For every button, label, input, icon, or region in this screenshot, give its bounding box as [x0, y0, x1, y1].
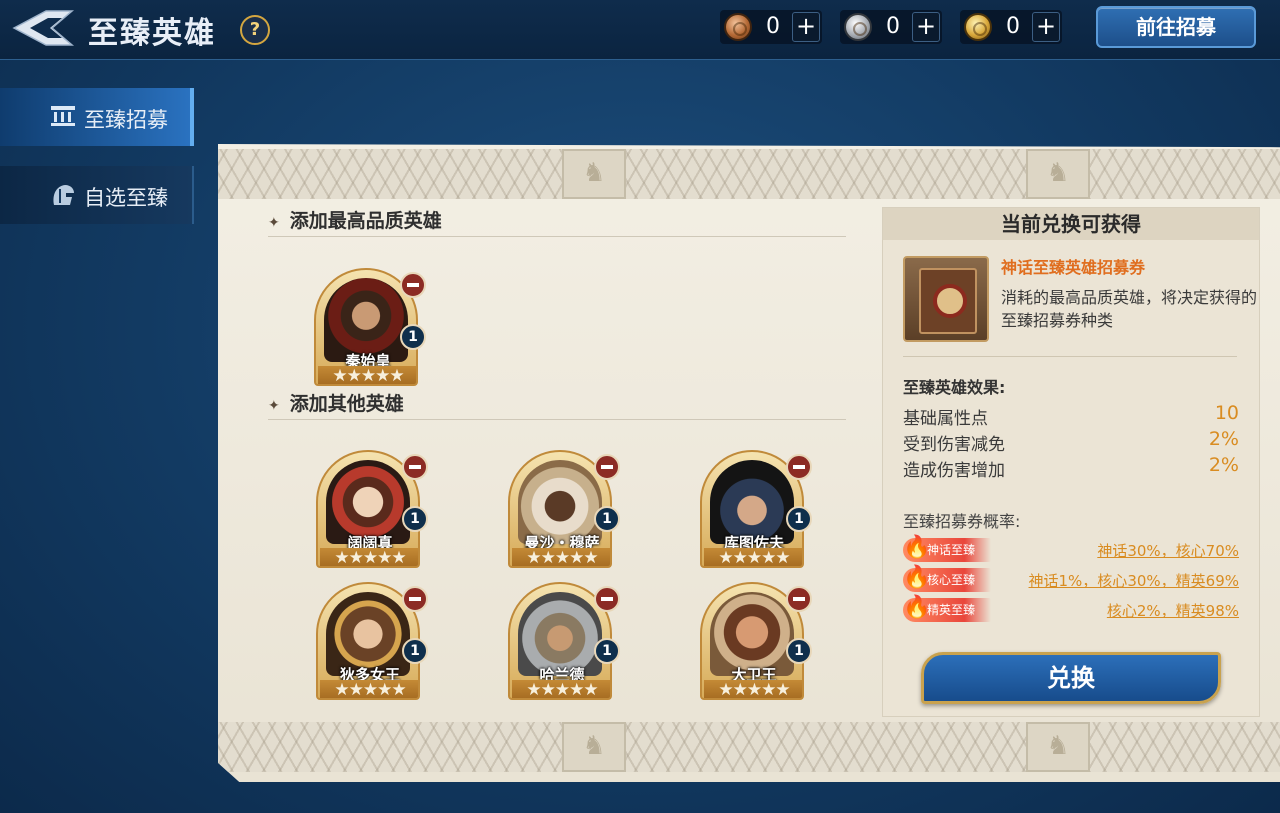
- currency-bronze: 0 +: [720, 10, 822, 44]
- currency-value: 0: [1006, 14, 1020, 39]
- remove-hero-button[interactable]: [594, 454, 620, 480]
- reward-info-panel: 当前兑换可获得 神话至臻英雄招募券 消耗的最高品质英雄，将决定获得的至臻招募券种…: [882, 207, 1260, 717]
- probability-value[interactable]: 神话30%，核心70%: [1097, 540, 1239, 561]
- level-badge: 1: [594, 506, 620, 532]
- hero-card[interactable]: 秦始皇 ★★★★★ 1: [314, 268, 426, 386]
- hero-card[interactable]: 大卫王 ★★★★★ 1: [700, 582, 812, 700]
- level-badge: 1: [594, 638, 620, 664]
- probability-value[interactable]: 核心2%，精英98%: [1107, 600, 1239, 621]
- lion-emblem-icon: ♞: [1026, 722, 1090, 772]
- hero-card[interactable]: 阔阔真 ★★★★★ 1: [316, 450, 428, 568]
- effect-value: 2%: [1208, 428, 1239, 450]
- remove-hero-button[interactable]: [400, 272, 426, 298]
- sparkle-icon: ✦: [268, 215, 280, 231]
- star-rating: ★★★★★: [318, 366, 416, 384]
- helmet-icon: [50, 183, 76, 207]
- probability-row: 🔥 神话至臻 神话30%，核心70%: [903, 535, 1239, 564]
- effects-title: 至臻英雄效果:: [903, 378, 1006, 397]
- remove-hero-button[interactable]: [786, 454, 812, 480]
- remove-hero-button[interactable]: [402, 454, 428, 480]
- help-icon[interactable]: ?: [240, 15, 270, 45]
- effect-row: 基础属性点 10: [903, 402, 1239, 429]
- remove-hero-button[interactable]: [402, 586, 428, 612]
- back-arrow-icon[interactable]: [12, 8, 78, 48]
- divider: [903, 356, 1237, 357]
- decorative-border-bottom: ♞ ♞: [218, 722, 1280, 772]
- sidebar-item-label: 至臻招募: [84, 108, 168, 132]
- sidebar-item-supreme-recruit[interactable]: 至臻招募: [0, 88, 194, 146]
- temple-icon: [50, 105, 76, 129]
- section-title-other-heroes: ✦ 添加其他英雄: [268, 393, 404, 415]
- gold-coin-icon: [964, 13, 992, 41]
- rarity-tag: 🔥 精英至臻: [903, 595, 991, 622]
- effect-label: 基础属性点: [903, 409, 988, 429]
- effect-label: 造成伤害增加: [903, 461, 1005, 481]
- level-badge: 1: [402, 506, 428, 532]
- star-rating: ★★★★★: [320, 548, 418, 566]
- currency-silver: 0 +: [840, 10, 942, 44]
- star-rating: ★★★★★: [512, 680, 610, 698]
- star-rating: ★★★★★: [512, 548, 610, 566]
- lion-emblem-icon: ♞: [562, 149, 626, 199]
- ticket-name: 神话至臻英雄招募券: [1001, 258, 1146, 277]
- bronze-coin-icon: [724, 13, 752, 41]
- hero-card[interactable]: 哈兰德 ★★★★★ 1: [508, 582, 620, 700]
- rarity-tag: 🔥 核心至臻: [903, 565, 991, 592]
- exchange-button[interactable]: 兑换: [921, 652, 1221, 704]
- silver-coin-icon: [844, 13, 872, 41]
- page-title: 至臻英雄: [88, 16, 216, 51]
- probability-row: 🔥 精英至臻 核心2%，精英98%: [903, 595, 1239, 624]
- recruit-ticket-icon[interactable]: [903, 256, 989, 342]
- currency-value: 0: [886, 14, 900, 39]
- level-badge: 1: [786, 638, 812, 664]
- top-bar: 至臻英雄 ? 0 + 0 + 0 + 前往招募: [0, 0, 1280, 60]
- flame-icon: 🔥: [903, 535, 931, 560]
- rarity-tag: 🔥 神话至臻: [903, 535, 991, 562]
- level-badge: 1: [402, 638, 428, 664]
- star-rating: ★★★★★: [704, 548, 802, 566]
- add-silver-button[interactable]: +: [912, 12, 940, 42]
- effect-row: 造成伤害增加 2%: [903, 454, 1239, 481]
- level-badge: 1: [786, 506, 812, 532]
- sidebar-item-custom-supreme[interactable]: 自选至臻: [0, 166, 194, 224]
- effect-row: 受到伤害减免 2%: [903, 428, 1239, 455]
- lion-emblem-icon: ♞: [562, 722, 626, 772]
- go-recruit-button[interactable]: 前往招募: [1096, 6, 1256, 48]
- section-title-top-hero: ✦ 添加最高品质英雄: [268, 210, 442, 232]
- hero-card[interactable]: 狄多女王 ★★★★★ 1: [316, 582, 428, 700]
- currency-gold: 0 +: [960, 10, 1062, 44]
- info-header: 当前兑换可获得: [883, 208, 1259, 240]
- ticket-description: 消耗的最高品质英雄，将决定获得的至臻招募券种类: [1001, 288, 1258, 330]
- remove-hero-button[interactable]: [786, 586, 812, 612]
- lion-emblem-icon: ♞: [1026, 149, 1090, 199]
- probability-row: 🔥 核心至臻 神话1%，核心30%，精英69%: [903, 565, 1239, 594]
- sidebar-item-label: 自选至臻: [84, 186, 168, 210]
- remove-hero-button[interactable]: [594, 586, 620, 612]
- star-rating: ★★★★★: [704, 680, 802, 698]
- hero-card[interactable]: 曼沙・穆萨 ★★★★★ 1: [508, 450, 620, 568]
- star-rating: ★★★★★: [320, 680, 418, 698]
- effect-value: 2%: [1208, 454, 1239, 476]
- probability-value[interactable]: 神话1%，核心30%，精英69%: [1029, 570, 1239, 591]
- add-bronze-button[interactable]: +: [792, 12, 820, 42]
- currency-value: 0: [766, 14, 780, 39]
- effect-label: 受到伤害减免: [903, 435, 1005, 455]
- add-gold-button[interactable]: +: [1032, 12, 1060, 42]
- effect-value: 10: [1214, 402, 1239, 424]
- divider: [268, 419, 846, 420]
- decorative-border-top: ♞ ♞: [218, 149, 1280, 199]
- hero-card[interactable]: 库图佐夫 ★★★★★ 1: [700, 450, 812, 568]
- divider: [268, 236, 846, 237]
- flame-icon: 🔥: [903, 595, 931, 620]
- exchange-panel: ♞ ♞ ♞ ♞ ✦ 添加最高品质英雄 秦始皇 ★★★★★ 1 ✦ 添加其他英雄 阔阔…: [218, 144, 1280, 782]
- sparkle-icon: ✦: [268, 398, 280, 414]
- flame-icon: 🔥: [903, 565, 931, 590]
- level-badge: 1: [400, 324, 426, 350]
- probability-title: 至臻招募券概率:: [903, 512, 1021, 531]
